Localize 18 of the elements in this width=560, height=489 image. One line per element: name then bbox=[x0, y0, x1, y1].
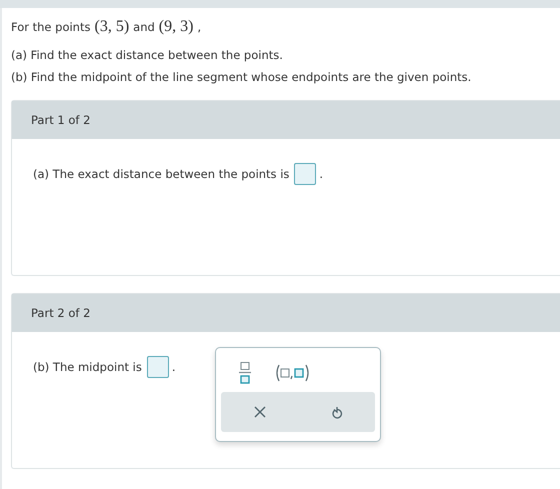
point: (3, 5) bbox=[94, 18, 130, 36]
question-text: (a) Find the exact distance between the points. bbox=[11, 47, 284, 64]
punctuation: . bbox=[172, 360, 176, 374]
punctuation: . bbox=[319, 167, 324, 181]
answer-field[interactable] bbox=[146, 356, 169, 378]
part-header: Part 1 of 2 bbox=[12, 101, 560, 139]
part-header: Part 2 of 2 bbox=[12, 294, 560, 332]
intro-text: For the points bbox=[11, 20, 90, 34]
punctuation: , bbox=[197, 20, 202, 34]
prompt-text: (a) The exact distance between the points is bbox=[33, 167, 290, 181]
answer-field[interactable] bbox=[294, 163, 316, 185]
fraction-icon[interactable] bbox=[238, 360, 252, 384]
point: (9, 3) bbox=[158, 18, 194, 36]
close-icon bbox=[254, 406, 266, 418]
prompt-text: (b) The midpoint is bbox=[33, 360, 142, 374]
intro-text: and bbox=[133, 20, 155, 34]
question-text: (b) Find the midpoint of the line segment whose endpoints are the given points. bbox=[11, 69, 472, 86]
undo-icon bbox=[330, 406, 342, 418]
